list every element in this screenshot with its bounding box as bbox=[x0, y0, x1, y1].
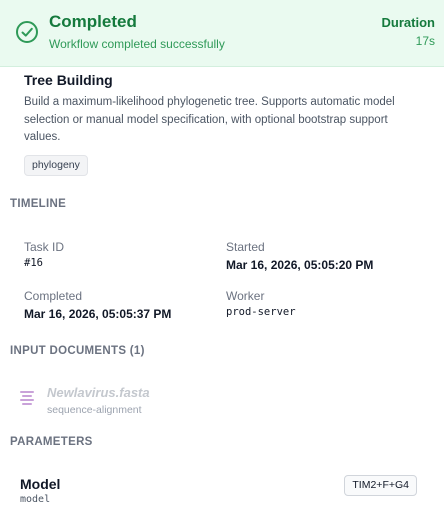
timeline-heading: TIMELINE bbox=[10, 198, 67, 210]
tool-description: Build a maximum-likelihood phylogenetic … bbox=[24, 96, 395, 143]
worker-value: prod-server bbox=[226, 306, 296, 318]
input-documents-heading: INPUT DOCUMENTS (1) bbox=[10, 345, 145, 357]
started-value: Mar 16, 2026, 05:05:20 PM bbox=[226, 258, 374, 272]
parameter-value-badge: TIM2+F+G4 bbox=[344, 475, 417, 496]
task-id-value: #16 bbox=[24, 257, 43, 269]
tool-name: Tree Building bbox=[24, 72, 113, 88]
parameter-name: Model bbox=[20, 476, 61, 492]
duration-value: 17s bbox=[415, 34, 435, 48]
document-lines-icon bbox=[20, 391, 36, 405]
status-subtitle: Workflow completed successfully bbox=[49, 37, 225, 51]
worker-label: Worker bbox=[226, 289, 265, 303]
parameters-heading: PARAMETERS bbox=[10, 436, 93, 448]
task-id-label: Task ID bbox=[24, 240, 65, 254]
parameter-key: model bbox=[20, 494, 51, 505]
duration-label: Duration bbox=[381, 15, 435, 30]
tool-tag: phylogeny bbox=[24, 155, 88, 176]
document-name[interactable]: Newlavirus.fasta bbox=[47, 385, 150, 400]
completed-label: Completed bbox=[24, 289, 83, 303]
started-label: Started bbox=[226, 240, 265, 254]
check-circle-icon bbox=[16, 21, 38, 43]
document-type: sequence-alignment bbox=[47, 404, 142, 416]
status-banner: Completed Workflow completed successfull… bbox=[0, 0, 444, 67]
status-title: Completed bbox=[49, 12, 137, 31]
completed-value: Mar 16, 2026, 05:05:37 PM bbox=[24, 307, 172, 321]
